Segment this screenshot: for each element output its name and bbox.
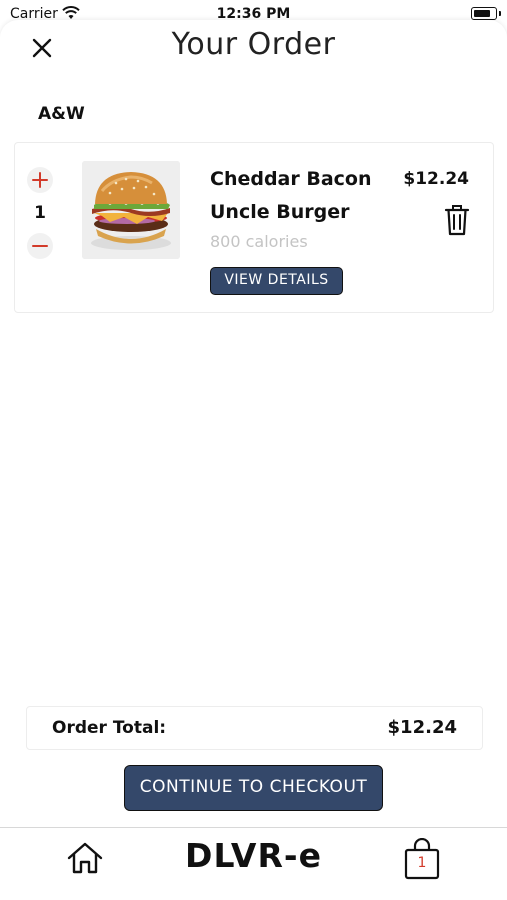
burger-image [82,161,180,259]
battery-icon [471,7,501,20]
bottom-nav: DLVR-e 1 [0,827,507,900]
continue-to-checkout-button[interactable]: CONTINUE TO CHECKOUT [124,765,383,811]
plus-icon [32,172,48,188]
page-title: Your Order [171,27,336,62]
order-item-card: 1 Cheddar Bacon Uncle Burger 800 calorie… [14,142,494,313]
order-total-label: Order Total: [52,718,167,738]
trash-icon[interactable] [443,203,471,237]
cart-button[interactable]: 1 [403,837,441,880]
restaurant-name: A&W [38,104,85,124]
increase-quantity-button[interactable] [27,167,53,193]
cart-count-badge: 1 [417,855,427,871]
quantity-value: 1 [34,203,46,223]
decrease-quantity-button[interactable] [27,233,53,259]
item-price: $12.24 [403,169,469,189]
minus-icon [32,245,48,247]
view-details-button[interactable]: VIEW DETAILS [210,267,343,295]
item-name: Cheddar Bacon Uncle Burger [210,168,372,223]
order-total-value: $12.24 [387,717,457,738]
order-total-box: Order Total: $12.24 [26,706,483,750]
item-calories: 800 calories [210,232,308,251]
